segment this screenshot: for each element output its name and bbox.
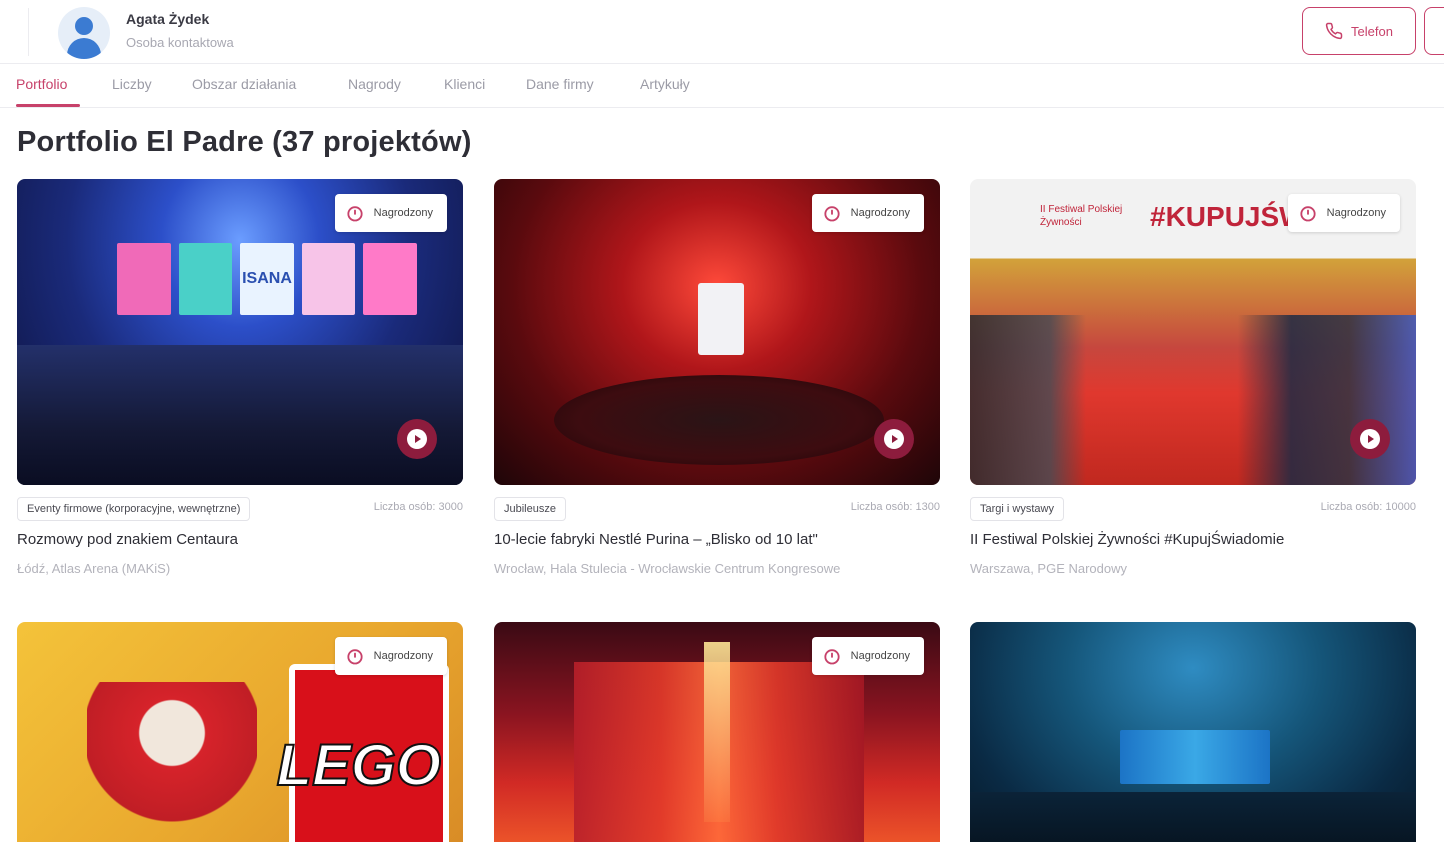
header: Agata Żydek Osoba kontaktowa Telefon bbox=[0, 0, 1444, 64]
phone-button[interactable]: Telefon bbox=[1302, 7, 1416, 55]
project-image[interactable]: Nagrodzony bbox=[494, 179, 940, 485]
play-icon bbox=[884, 429, 904, 449]
award-badge-label: Nagrodzony bbox=[850, 207, 910, 219]
project-meta: Eventy firmowe (korporacyjne, wewnętrzne… bbox=[17, 497, 463, 527]
award-badge: Nagrodzony bbox=[334, 194, 447, 232]
award-badge-label: Nagrodzony bbox=[1326, 207, 1386, 219]
project-card[interactable]: Nagrodzony bbox=[494, 622, 940, 842]
play-icon bbox=[407, 429, 427, 449]
project-location: Wrocław, Hala Stulecia - Wrocławskie Cen… bbox=[494, 561, 841, 576]
award-badge: Nagrodzony bbox=[1287, 194, 1400, 232]
stage-screens: ISANA bbox=[117, 243, 417, 315]
tab-klienci[interactable]: Klienci bbox=[444, 76, 485, 92]
lego-figure bbox=[87, 682, 257, 842]
award-badge-label: Nagrodzony bbox=[850, 650, 910, 662]
people bbox=[970, 315, 1416, 485]
project-attendance: Liczba osób: 1300 bbox=[850, 501, 940, 513]
award-badge: Nagrodzony bbox=[811, 194, 924, 232]
header-divider bbox=[28, 8, 29, 56]
project-card[interactable]: LEGO Nagrodzony bbox=[17, 622, 463, 842]
project-category: Eventy firmowe (korporacyjne, wewnętrzne… bbox=[17, 497, 251, 521]
avatar-head bbox=[75, 17, 93, 35]
project-location: Warszawa, PGE Narodowy bbox=[970, 561, 1128, 576]
audience bbox=[17, 345, 463, 485]
stage-light bbox=[704, 642, 730, 822]
award-icon bbox=[824, 206, 840, 222]
project-title[interactable]: Rozmowy pod znakiem Centaura bbox=[17, 531, 463, 548]
project-attendance: Liczba osób: 10000 bbox=[1320, 501, 1416, 513]
project-meta: Jubileusze Liczba osób: 1300 bbox=[494, 497, 940, 527]
project-location: Łódź, Atlas Arena (MAKiS) bbox=[17, 561, 171, 576]
stage-screen bbox=[698, 283, 744, 355]
arena-floor bbox=[554, 375, 884, 465]
tab-dane-firmy[interactable]: Dane firmy bbox=[526, 76, 594, 92]
stage-screen bbox=[1120, 730, 1270, 784]
award-badge-label: Nagrodzony bbox=[373, 650, 433, 662]
award-badge: Nagrodzony bbox=[334, 637, 447, 675]
contact-role: Osoba kontaktowa bbox=[126, 35, 234, 50]
award-badge-label: Nagrodzony bbox=[373, 207, 433, 219]
banner-subtitle: II Festiwal Polskiej Żywności bbox=[1040, 204, 1123, 228]
project-category: Targi i wystawy bbox=[970, 497, 1064, 521]
project-image[interactable]: Nagrodzony bbox=[494, 622, 940, 842]
project-image[interactable] bbox=[970, 622, 1416, 842]
project-image[interactable]: ISANA Nagrodzony bbox=[17, 179, 463, 485]
project-meta: Targi i wystawy Liczba osób: 10000 bbox=[970, 497, 1416, 527]
play-button[interactable] bbox=[397, 419, 437, 459]
page-title: Portfolio El Padre (37 projektów) bbox=[17, 126, 472, 158]
tab-artykuly[interactable]: Artykuły bbox=[640, 76, 690, 92]
award-icon bbox=[824, 649, 840, 665]
contact-name: Agata Żydek bbox=[126, 11, 210, 27]
award-badge: Nagrodzony bbox=[811, 637, 924, 675]
tab-nagrody[interactable]: Nagrody bbox=[348, 76, 401, 92]
secondary-contact-button[interactable] bbox=[1424, 7, 1444, 55]
tab-obszar-dzialania[interactable]: Obszar działania bbox=[192, 76, 296, 92]
active-tab-indicator bbox=[16, 104, 80, 107]
phone-button-label: Telefon bbox=[1351, 23, 1393, 39]
stage-screen-text: ISANA bbox=[240, 243, 294, 315]
project-card[interactable]: ISANA Nagrodzony Eventy firmowe (korpora… bbox=[17, 179, 463, 576]
lego-logo-text: LEGO bbox=[276, 732, 442, 799]
avatar bbox=[58, 7, 110, 59]
project-attendance: Liczba osób: 3000 bbox=[373, 501, 463, 513]
project-image[interactable]: II Festiwal Polskiej Żywności #KUPUJŚWI … bbox=[970, 179, 1416, 485]
play-button[interactable] bbox=[1350, 419, 1390, 459]
tab-portfolio[interactable]: Portfolio bbox=[16, 76, 67, 92]
award-icon bbox=[347, 649, 363, 665]
project-title[interactable]: II Festiwal Polskiej Żywności #KupujŚwia… bbox=[970, 531, 1416, 548]
award-icon bbox=[347, 206, 363, 222]
award-icon bbox=[1300, 206, 1316, 222]
project-card[interactable] bbox=[970, 622, 1416, 842]
tab-liczby[interactable]: Liczby bbox=[112, 76, 152, 92]
project-image[interactable]: LEGO Nagrodzony bbox=[17, 622, 463, 842]
play-icon bbox=[1360, 429, 1380, 449]
play-button[interactable] bbox=[874, 419, 914, 459]
audience bbox=[970, 792, 1416, 842]
project-card[interactable]: II Festiwal Polskiej Żywności #KUPUJŚWI … bbox=[970, 179, 1416, 576]
avatar-body bbox=[67, 38, 101, 59]
project-card[interactable]: Nagrodzony Jubileusze Liczba osób: 1300 … bbox=[494, 179, 940, 576]
project-title[interactable]: 10-lecie fabryki Nestlé Purina – „Blisko… bbox=[494, 531, 940, 548]
tab-bar: Portfolio Liczby Obszar działania Nagrod… bbox=[0, 64, 1444, 108]
project-category: Jubileusze bbox=[494, 497, 566, 521]
phone-icon bbox=[1325, 22, 1343, 40]
